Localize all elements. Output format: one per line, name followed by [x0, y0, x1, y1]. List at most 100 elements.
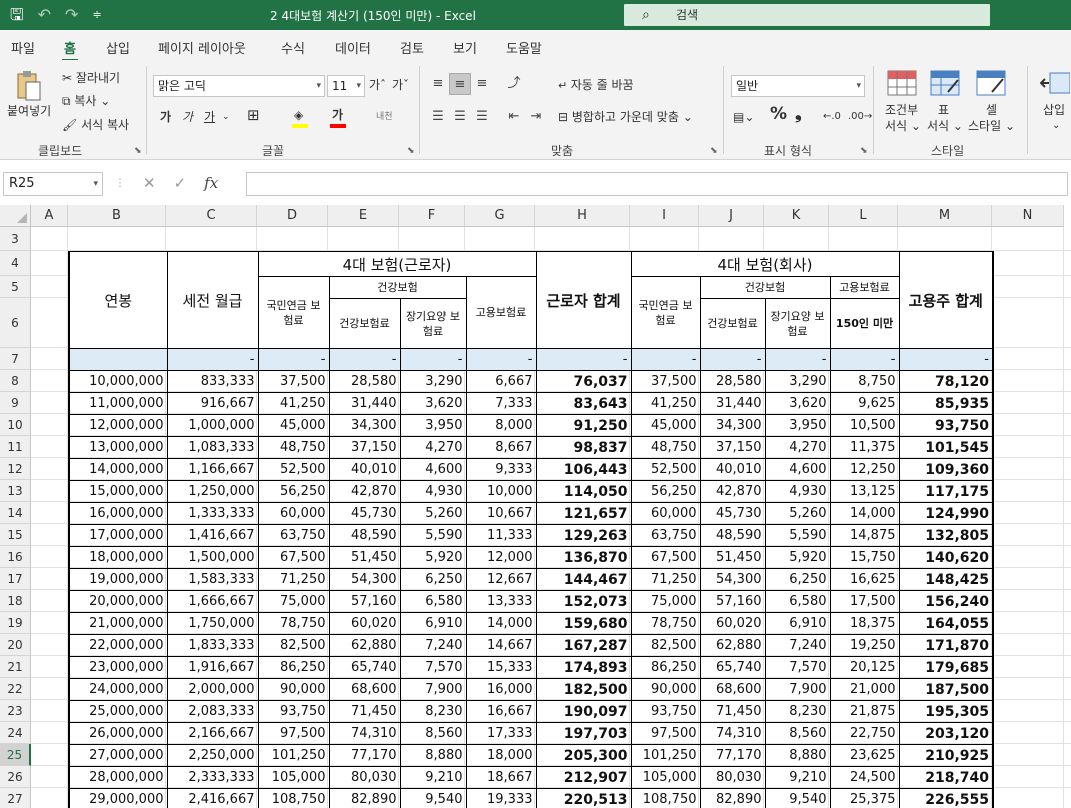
borders-icon[interactable]: ⊞: [247, 107, 260, 123]
table-cell[interactable]: 10,000: [465, 480, 537, 503]
align-left-icon[interactable]: ☰: [427, 106, 449, 128]
table-cell[interactable]: 101,250: [257, 744, 330, 767]
table-cell[interactable]: 9,210: [399, 766, 467, 789]
conditional-formatting-button[interactable]: 조건부: [885, 102, 918, 118]
tab-page-layout[interactable]: 페이지 레이아웃: [158, 38, 246, 57]
table-cell[interactable]: 62,880: [328, 634, 401, 657]
company-insurance-header[interactable]: 4대 보험(회사): [630, 251, 900, 277]
table-cell[interactable]: 48,750: [630, 436, 701, 459]
bold-button[interactable]: 가: [160, 109, 171, 125]
table-cell[interactable]: 108,750: [257, 788, 330, 808]
table-cell[interactable]: 31,440: [328, 392, 401, 415]
number-launcher-icon[interactable]: ⬊: [860, 146, 868, 156]
font-color-button[interactable]: 가: [332, 107, 343, 123]
table-cell[interactable]: 3,950: [399, 414, 467, 437]
table-cell[interactable]: 8,560: [764, 722, 831, 745]
merge-center-button[interactable]: ⊟ 병합하고 가운데 맞춤 ⌄: [558, 109, 693, 125]
alignment-launcher-icon[interactable]: ⬊: [710, 146, 718, 156]
formula-input[interactable]: [246, 172, 1068, 196]
table-cell[interactable]: -: [699, 348, 766, 371]
table-cell[interactable]: 13,000,000: [68, 436, 168, 459]
table-cell[interactable]: 62,880: [699, 634, 766, 657]
table-cell[interactable]: 5,260: [764, 502, 831, 525]
row-header-9[interactable]: 9: [0, 392, 31, 414]
table-cell[interactable]: 15,333: [465, 656, 537, 679]
column-header-l[interactable]: L: [829, 205, 898, 227]
table-cell[interactable]: 148,425: [898, 568, 994, 591]
copy-button[interactable]: ⧉ 복사 ⌄: [62, 93, 110, 109]
table-cell[interactable]: 29,000,000: [68, 788, 168, 808]
row-header-4[interactable]: 4: [0, 251, 31, 276]
row-header-11[interactable]: 11: [0, 436, 31, 458]
table-cell[interactable]: 19,000,000: [68, 568, 168, 591]
search-box[interactable]: ⌕ 검색: [624, 4, 990, 26]
cell-styles-sub[interactable]: 스타일 ⌄: [968, 118, 1015, 134]
health-header[interactable]: 건강보험료: [328, 298, 401, 349]
table-cell[interactable]: 8,230: [764, 700, 831, 723]
table-cell[interactable]: 15,750: [829, 546, 900, 569]
worker-insurance-header[interactable]: 4대 보험(근로자): [257, 251, 537, 277]
percent-button[interactable]: %: [770, 106, 787, 123]
table-cell[interactable]: 40,010: [699, 458, 766, 481]
table-cell[interactable]: 57,160: [328, 590, 401, 613]
worker-total-header[interactable]: 근로자 합계: [535, 251, 632, 349]
row-header-16[interactable]: 16: [0, 546, 31, 568]
table-cell[interactable]: 71,450: [328, 700, 401, 723]
table-cell[interactable]: 8,560: [399, 722, 467, 745]
row-header-14[interactable]: 14: [0, 502, 31, 524]
align-top-icon[interactable]: ≡: [427, 73, 449, 95]
row-header-19[interactable]: 19: [0, 612, 31, 634]
column-header-b[interactable]: B: [68, 205, 166, 227]
table-cell[interactable]: -: [898, 348, 994, 371]
table-cell[interactable]: 26,000,000: [68, 722, 168, 745]
table-cell[interactable]: 27,000,000: [68, 744, 168, 767]
table-cell[interactable]: 42,870: [328, 480, 401, 503]
align-right-icon[interactable]: ☰: [471, 106, 493, 128]
table-cell[interactable]: 8,000: [465, 414, 537, 437]
table-cell[interactable]: 68,600: [328, 678, 401, 701]
insert-cells-icon[interactable]: [1039, 70, 1071, 98]
table-cell[interactable]: 56,250: [257, 480, 330, 503]
table-cell[interactable]: 93,750: [898, 414, 994, 437]
table-cell[interactable]: 187,500: [898, 678, 994, 701]
tab-formulas[interactable]: 수식: [281, 38, 305, 57]
italic-button[interactable]: 가: [182, 109, 193, 125]
table-cell[interactable]: 159,680: [535, 612, 632, 635]
table-cell[interactable]: 7,333: [465, 392, 537, 415]
table-cell[interactable]: 78,120: [898, 370, 994, 393]
table-cell[interactable]: 6,910: [764, 612, 831, 635]
row-header-25[interactable]: 25: [0, 744, 31, 766]
table-cell[interactable]: 3,620: [764, 392, 831, 415]
table-cell[interactable]: 3,290: [399, 370, 467, 393]
table-cell[interactable]: 48,750: [257, 436, 330, 459]
company-pension-header[interactable]: 국민연금 보험료: [630, 276, 701, 349]
table-cell[interactable]: 60,020: [328, 612, 401, 635]
table-cell[interactable]: 85,935: [898, 392, 994, 415]
table-cell[interactable]: 75,000: [630, 590, 701, 613]
table-cell[interactable]: 1,833,333: [166, 634, 259, 657]
table-cell[interactable]: 5,260: [399, 502, 467, 525]
format-painter-button[interactable]: 🖌 서식 복사: [62, 117, 129, 133]
row-header-18[interactable]: 18: [0, 590, 31, 612]
health-group-header[interactable]: 건강보험: [328, 276, 467, 299]
table-cell[interactable]: 212,907: [535, 766, 632, 789]
table-cell[interactable]: 1,750,000: [166, 612, 259, 635]
table-cell[interactable]: 12,000,000: [68, 414, 168, 437]
chevron-down-icon[interactable]: ⌄: [1052, 118, 1060, 134]
table-cell[interactable]: 4,600: [399, 458, 467, 481]
table-cell[interactable]: 109,360: [898, 458, 994, 481]
table-cell[interactable]: 18,375: [829, 612, 900, 635]
table-cell[interactable]: 14,000,000: [68, 458, 168, 481]
table-cell[interactable]: 37,150: [699, 436, 766, 459]
table-cell[interactable]: 82,500: [630, 634, 701, 657]
company-ltc-header[interactable]: 장기요양 보험료: [764, 298, 831, 349]
table-cell[interactable]: 80,030: [328, 766, 401, 789]
table-cell[interactable]: 13,125: [829, 480, 900, 503]
table-cell[interactable]: 197,703: [535, 722, 632, 745]
table-cell[interactable]: 74,310: [699, 722, 766, 745]
table-cell[interactable]: 105,000: [257, 766, 330, 789]
table-cell[interactable]: 65,740: [328, 656, 401, 679]
table-cell[interactable]: 19,250: [829, 634, 900, 657]
table-cell[interactable]: 3,620: [399, 392, 467, 415]
column-header-k[interactable]: K: [764, 205, 829, 227]
